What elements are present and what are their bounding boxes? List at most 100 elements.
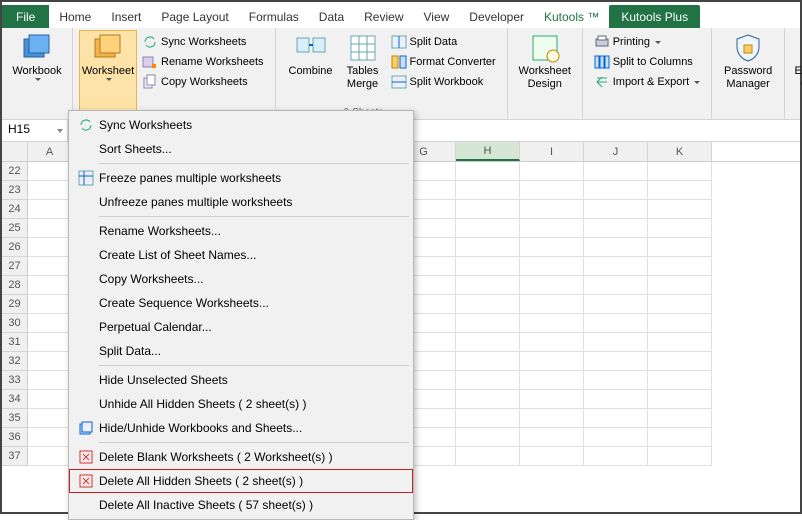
cell[interactable] [28, 257, 72, 276]
cell[interactable] [28, 333, 72, 352]
cell[interactable] [520, 447, 584, 466]
menu-hide-unselected[interactable]: Hide Unselected Sheets [69, 368, 413, 392]
cell[interactable] [456, 447, 520, 466]
cell[interactable] [648, 352, 712, 371]
cell[interactable] [28, 181, 72, 200]
cell[interactable] [520, 276, 584, 295]
cell[interactable] [456, 428, 520, 447]
cell[interactable] [28, 200, 72, 219]
copy-worksheets-button[interactable]: Copy Worksheets [139, 72, 267, 92]
cell[interactable] [648, 219, 712, 238]
cell[interactable] [28, 352, 72, 371]
row-header-26[interactable]: 26 [2, 238, 28, 257]
tab-home[interactable]: Home [49, 5, 101, 28]
cell[interactable] [28, 447, 72, 466]
row-header-28[interactable]: 28 [2, 276, 28, 295]
row-header-24[interactable]: 24 [2, 200, 28, 219]
row-header-33[interactable]: 33 [2, 371, 28, 390]
cell[interactable] [584, 352, 648, 371]
cell[interactable] [648, 447, 712, 466]
cell[interactable] [28, 428, 72, 447]
import-export-button[interactable]: Import & Export [591, 72, 703, 92]
cell[interactable] [456, 219, 520, 238]
cell[interactable] [520, 333, 584, 352]
row-header-34[interactable]: 34 [2, 390, 28, 409]
cell[interactable] [584, 238, 648, 257]
cell[interactable] [584, 276, 648, 295]
row-header-35[interactable]: 35 [2, 409, 28, 428]
menu-create-sequence[interactable]: Create Sequence Worksheets... [69, 291, 413, 315]
menu-copy-worksheets[interactable]: Copy Worksheets... [69, 267, 413, 291]
cell[interactable] [456, 238, 520, 257]
cell[interactable] [28, 314, 72, 333]
cell[interactable] [456, 276, 520, 295]
split-data-button[interactable]: Split Data [388, 32, 499, 52]
cell[interactable] [648, 295, 712, 314]
tab-file[interactable]: File [2, 5, 49, 28]
cell[interactable] [520, 428, 584, 447]
cell[interactable] [648, 181, 712, 200]
password-manager-button[interactable]: Password Manager [718, 30, 778, 120]
menu-sort-sheets[interactable]: Sort Sheets... [69, 137, 413, 161]
cell[interactable] [648, 390, 712, 409]
menu-delete-hidden[interactable]: Delete All Hidden Sheets ( 2 sheet(s) ) [69, 469, 413, 493]
cell[interactable] [520, 409, 584, 428]
row-header-32[interactable]: 32 [2, 352, 28, 371]
worksheet-design-button[interactable]: Worksheet Design [514, 30, 576, 120]
tab-kutools-plus[interactable]: Kutools Plus [609, 5, 700, 28]
cell[interactable] [584, 200, 648, 219]
row-header-25[interactable]: 25 [2, 219, 28, 238]
row-header-36[interactable]: 36 [2, 428, 28, 447]
menu-perpetual-calendar[interactable]: Perpetual Calendar... [69, 315, 413, 339]
column-header-H[interactable]: H [456, 142, 520, 161]
cell[interactable] [456, 295, 520, 314]
cell[interactable] [28, 276, 72, 295]
cell[interactable] [584, 314, 648, 333]
split-to-columns-button[interactable]: Split to Columns [591, 52, 703, 72]
cell[interactable] [648, 409, 712, 428]
name-box[interactable]: H15 [2, 120, 68, 141]
tab-review[interactable]: Review [354, 5, 413, 28]
workbook-button[interactable]: Workbook [8, 30, 66, 120]
cell[interactable] [520, 352, 584, 371]
column-header-I[interactable]: I [520, 142, 584, 161]
column-header-K[interactable]: K [648, 142, 712, 161]
cell[interactable] [28, 238, 72, 257]
row-header-22[interactable]: 22 [2, 162, 28, 181]
menu-split-data[interactable]: Split Data... [69, 339, 413, 363]
row-header-30[interactable]: 30 [2, 314, 28, 333]
rename-worksheets-button[interactable]: Rename Worksheets [139, 52, 267, 72]
cell[interactable] [648, 257, 712, 276]
cell[interactable] [456, 409, 520, 428]
menu-delete-blank[interactable]: Delete Blank Worksheets ( 2 Worksheet(s)… [69, 445, 413, 469]
cell[interactable] [648, 200, 712, 219]
tab-kutools[interactable]: Kutools ™ [534, 5, 609, 28]
menu-create-list[interactable]: Create List of Sheet Names... [69, 243, 413, 267]
row-header-31[interactable]: 31 [2, 333, 28, 352]
cell[interactable] [520, 238, 584, 257]
cell[interactable] [584, 181, 648, 200]
tab-formulas[interactable]: Formulas [239, 5, 309, 28]
tab-page-layout[interactable]: Page Layout [151, 5, 238, 28]
cell[interactable] [456, 371, 520, 390]
tab-data[interactable]: Data [309, 5, 354, 28]
cell[interactable] [456, 390, 520, 409]
cell[interactable] [520, 219, 584, 238]
cell[interactable] [520, 257, 584, 276]
tab-insert[interactable]: Insert [101, 5, 151, 28]
cell[interactable] [584, 390, 648, 409]
cell[interactable] [648, 371, 712, 390]
cell[interactable] [28, 409, 72, 428]
tab-developer[interactable]: Developer [459, 5, 534, 28]
cell[interactable] [520, 295, 584, 314]
cell[interactable] [648, 314, 712, 333]
menu-unhide-all[interactable]: Unhide All Hidden Sheets ( 2 sheet(s) ) [69, 392, 413, 416]
cell[interactable] [648, 428, 712, 447]
cell[interactable] [648, 333, 712, 352]
cell[interactable] [28, 371, 72, 390]
format-converter-button[interactable]: Format Converter [388, 52, 499, 72]
cell[interactable] [456, 162, 520, 181]
cell[interactable] [520, 162, 584, 181]
row-header-29[interactable]: 29 [2, 295, 28, 314]
menu-delete-inactive[interactable]: Delete All Inactive Sheets ( 57 sheet(s)… [69, 493, 413, 517]
